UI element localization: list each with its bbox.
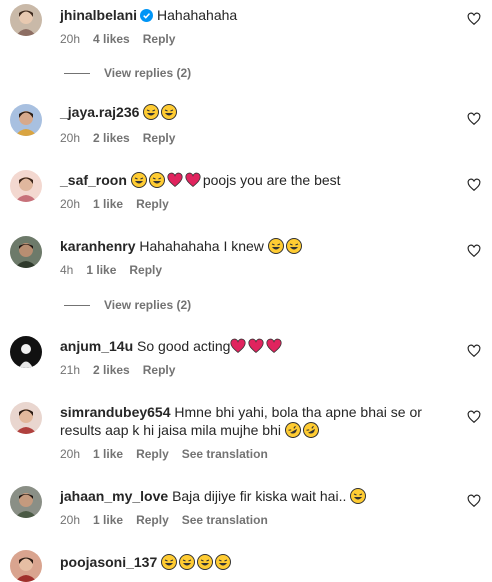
reply-button[interactable]: Reply bbox=[136, 197, 169, 211]
laughing-emoji-icon bbox=[267, 238, 284, 254]
like-heart-icon[interactable] bbox=[467, 112, 481, 126]
comment-text: Hahahahaha I knew bbox=[139, 238, 303, 254]
view-replies-button[interactable]: View replies (2) bbox=[64, 297, 191, 313]
see-translation-button[interactable]: See translation bbox=[182, 513, 268, 527]
likes-count[interactable]: 1 like bbox=[93, 447, 123, 461]
username[interactable]: anjum_14u bbox=[60, 338, 133, 354]
comment-text: Hmne bhi yahi, bola tha apne bhai se or bbox=[174, 404, 422, 420]
reply-button[interactable]: Reply bbox=[136, 513, 169, 527]
divider bbox=[64, 73, 90, 75]
reply-button[interactable]: Reply bbox=[143, 131, 176, 145]
view-replies-label: View replies (2) bbox=[104, 298, 192, 312]
comment-text: Baja dijiye fir kiska wait hai.. bbox=[172, 488, 368, 504]
username[interactable]: _saf_roon bbox=[60, 172, 127, 188]
comment-time: 4h bbox=[60, 263, 74, 277]
red-heart-emoji-icon bbox=[230, 338, 247, 354]
username[interactable]: simrandubey654 bbox=[60, 404, 171, 420]
likes-count[interactable]: 2 likes bbox=[93, 363, 130, 377]
likes-count[interactable]: 1 like bbox=[93, 513, 123, 527]
avatar[interactable] bbox=[10, 4, 42, 36]
comment-text-tail: poojs you are the best bbox=[202, 172, 341, 188]
like-heart-icon[interactable] bbox=[467, 244, 481, 258]
username[interactable]: poojasoni_137 bbox=[60, 554, 157, 570]
like-heart-icon[interactable] bbox=[467, 178, 481, 192]
like-heart-icon[interactable] bbox=[467, 410, 481, 424]
view-replies-button[interactable]: View replies (2) bbox=[64, 65, 191, 81]
laughing-emoji-icon bbox=[285, 238, 302, 254]
verified-badge-icon bbox=[140, 9, 154, 22]
comment-text: So good acting bbox=[137, 338, 284, 354]
red-heart-emoji-icon bbox=[167, 172, 183, 188]
comment-text bbox=[161, 554, 233, 570]
comment-time: 21h bbox=[60, 363, 81, 377]
username[interactable]: karanhenry bbox=[60, 238, 135, 254]
comment-text-head: Hahahahaha I knew bbox=[139, 238, 268, 254]
red-heart-emoji-icon bbox=[248, 338, 265, 354]
comment-text-continued: results aap k hi jaisa mila mujhe bhi bbox=[60, 422, 321, 438]
laughing-emoji-icon bbox=[161, 104, 178, 120]
comment-text-head: So good acting bbox=[137, 338, 231, 354]
see-translation-button[interactable]: See translation bbox=[182, 447, 268, 461]
avatar[interactable] bbox=[10, 336, 42, 368]
avatar[interactable] bbox=[10, 550, 42, 582]
like-heart-icon[interactable] bbox=[467, 344, 481, 358]
divider bbox=[64, 305, 90, 307]
laughing-emoji-icon bbox=[350, 488, 367, 504]
laughing-emoji-icon bbox=[197, 554, 214, 570]
comment-text-head: Baja dijiye fir kiska wait hai.. bbox=[172, 488, 351, 504]
laughing-emoji-icon bbox=[161, 554, 178, 570]
likes-count[interactable]: 2 likes bbox=[93, 131, 130, 145]
laughing-emoji-icon bbox=[215, 554, 232, 570]
rofl-emoji-icon bbox=[284, 422, 301, 438]
username[interactable]: _jaya.raj236 bbox=[60, 104, 139, 120]
like-heart-icon[interactable] bbox=[467, 12, 481, 26]
avatar[interactable] bbox=[10, 170, 42, 202]
likes-count[interactable]: 1 like bbox=[86, 263, 116, 277]
avatar[interactable] bbox=[10, 402, 42, 434]
laughing-emoji-icon bbox=[179, 554, 196, 570]
comment-time: 20h bbox=[60, 447, 81, 461]
comment-time: 20h bbox=[60, 513, 81, 527]
username[interactable]: jahaan_my_love bbox=[60, 488, 168, 504]
avatar[interactable] bbox=[10, 104, 42, 136]
comment-time: 20h bbox=[60, 197, 81, 211]
like-heart-icon[interactable] bbox=[467, 494, 481, 508]
avatar[interactable] bbox=[10, 236, 42, 268]
comment-text: poojs you are the best bbox=[130, 172, 341, 188]
comment-text: Hahahahaha bbox=[157, 7, 238, 23]
reply-button[interactable]: Reply bbox=[136, 447, 169, 461]
avatar[interactable] bbox=[10, 486, 42, 518]
red-heart-emoji-icon bbox=[185, 172, 201, 188]
rofl-emoji-icon bbox=[302, 422, 319, 438]
comment-text-head: results aap k hi jaisa mila mujhe bhi bbox=[60, 422, 285, 438]
view-replies-label: View replies (2) bbox=[104, 66, 192, 80]
comment-text bbox=[143, 104, 179, 120]
reply-button[interactable]: Reply bbox=[129, 263, 162, 277]
reply-button[interactable]: Reply bbox=[143, 32, 176, 46]
comment-time: 20h bbox=[60, 32, 81, 46]
likes-count[interactable]: 1 like bbox=[93, 197, 123, 211]
comment-time: 20h bbox=[60, 131, 81, 145]
likes-count[interactable]: 4 likes bbox=[93, 32, 130, 46]
laughing-emoji-icon bbox=[143, 104, 160, 120]
username[interactable]: jhinalbelani bbox=[60, 7, 137, 23]
reply-button[interactable]: Reply bbox=[143, 363, 176, 377]
laughing-emoji-icon bbox=[130, 172, 147, 188]
laughing-emoji-icon bbox=[148, 172, 165, 188]
red-heart-emoji-icon bbox=[266, 338, 283, 354]
